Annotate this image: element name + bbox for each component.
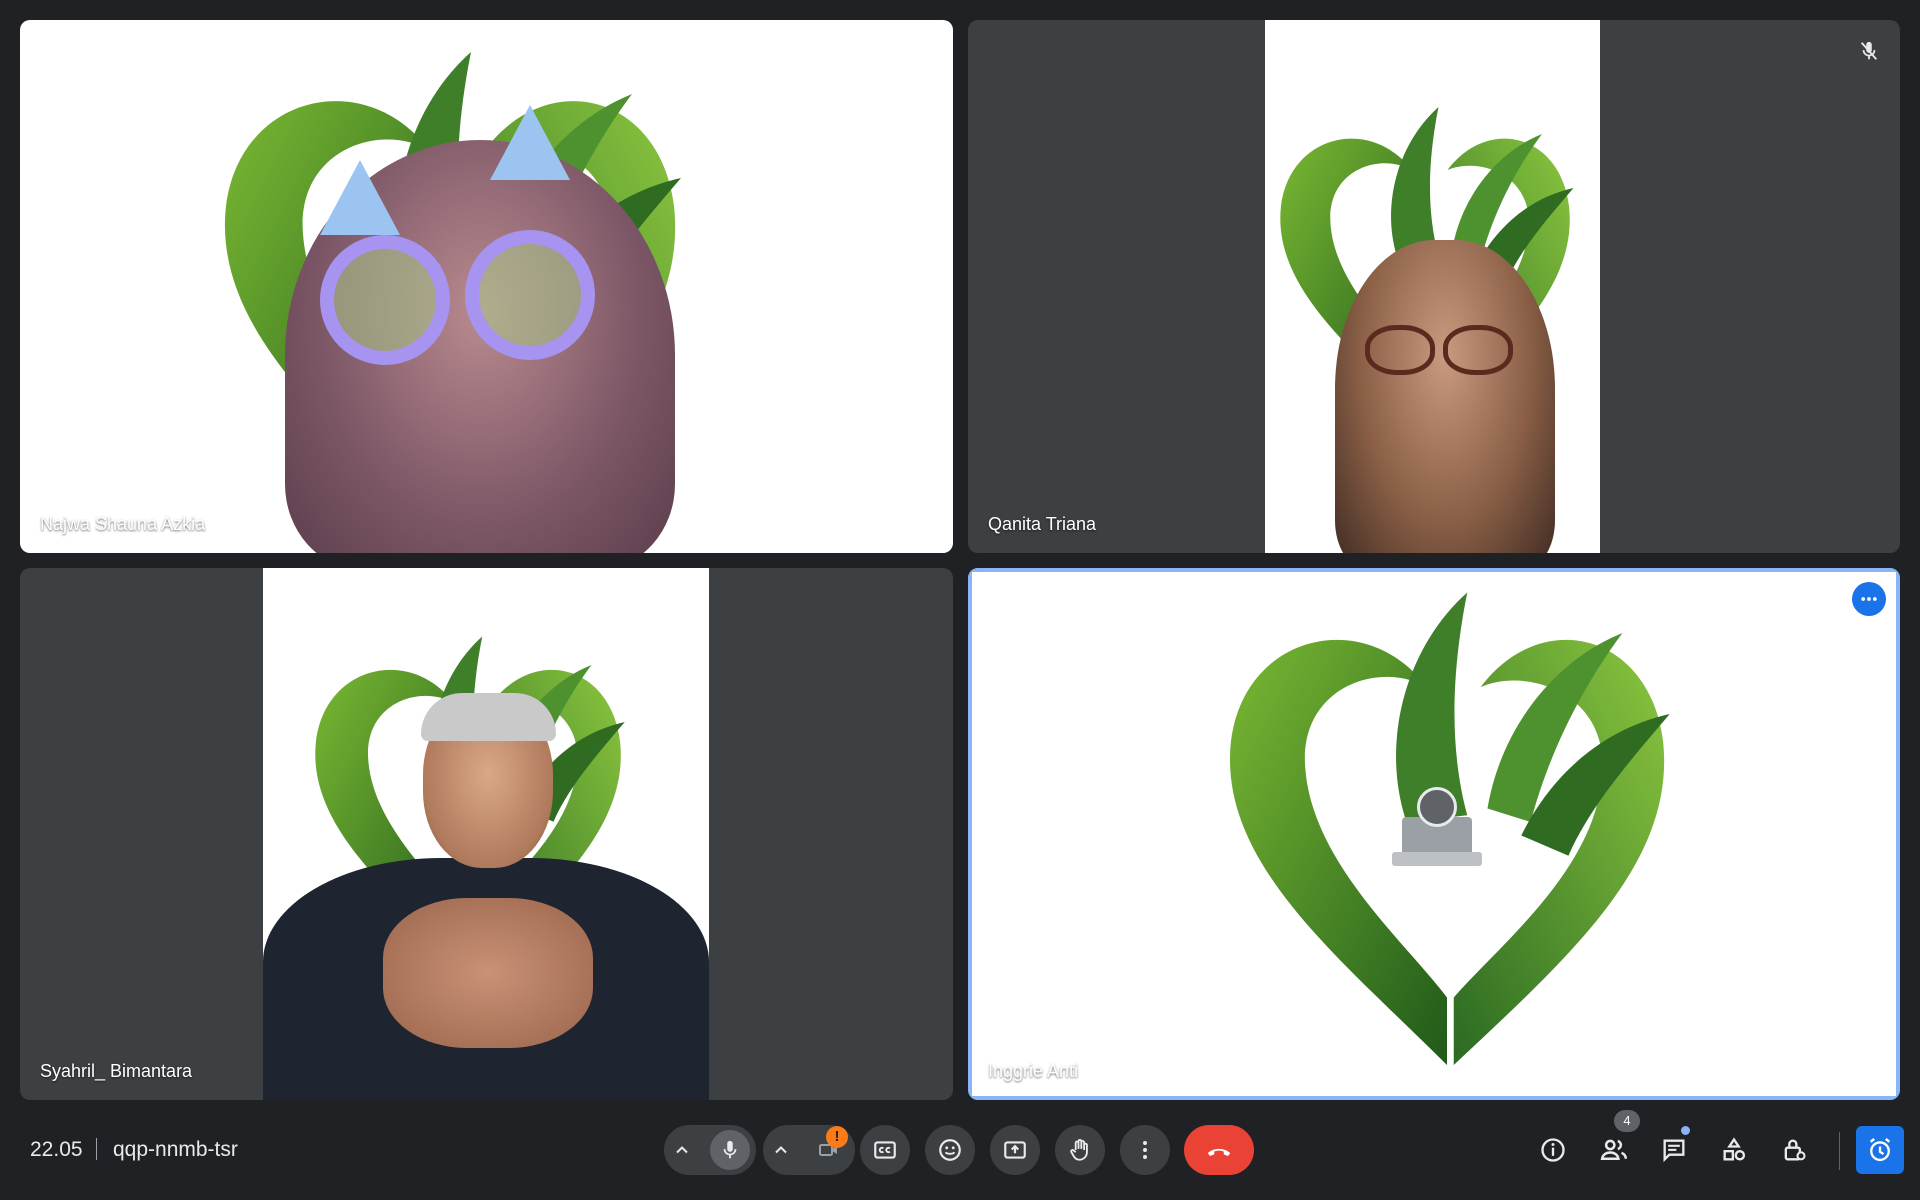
meeting-stage: Najwa Shauna Azkia Qanita Triana Syahril… <box>0 0 1920 1200</box>
more-options-button[interactable] <box>1120 1125 1170 1175</box>
participant-name: Syahril_ Bimantara <box>40 1061 193 1081</box>
timer-icon <box>1869 1138 1891 1162</box>
more-vert-icon <box>1143 1141 1147 1159</box>
emoji-button[interactable] <box>925 1125 975 1175</box>
glasses <box>1443 325 1513 375</box>
raise-hand-icon <box>1070 1139 1088 1161</box>
people-button[interactable] <box>1594 1130 1634 1170</box>
glasses-filter <box>465 230 595 360</box>
mic-off-indicator <box>1852 34 1886 68</box>
mic-off-icon <box>1860 41 1878 60</box>
captions-button[interactable] <box>860 1125 910 1175</box>
hands <box>383 898 593 1048</box>
meeting-info-button[interactable] <box>1533 1130 1573 1170</box>
participant-video <box>20 20 953 553</box>
cat-ear-filter <box>320 160 400 235</box>
toolbar-divider <box>1839 1132 1840 1170</box>
more-options-button[interactable] <box>1852 582 1886 616</box>
present-button[interactable] <box>990 1125 1040 1175</box>
activities-icon <box>1723 1137 1746 1161</box>
people-count-badge: 4 <box>1614 1110 1640 1132</box>
host-controls-icon <box>1784 1139 1806 1161</box>
person-figure <box>1335 240 1555 553</box>
mic-icon <box>723 1140 737 1159</box>
present-screen-icon <box>1004 1141 1026 1159</box>
participant-name: Qanita Triana <box>988 514 1097 534</box>
glasses <box>1365 325 1435 375</box>
activities-button[interactable] <box>1714 1130 1754 1170</box>
chat-button[interactable] <box>1654 1130 1694 1170</box>
participant-name: Inggrie Anti <box>988 1061 1079 1081</box>
chat-notification-dot <box>1681 1126 1690 1135</box>
camera-off-placeholder <box>1392 787 1482 867</box>
glasses-filter <box>320 235 450 365</box>
cap <box>421 693 556 741</box>
chevron-up-icon[interactable] <box>771 1140 791 1160</box>
info-icon <box>1541 1138 1565 1162</box>
mic-button[interactable] <box>710 1130 750 1170</box>
camera-warning-badge: ! <box>826 1126 848 1148</box>
raise-hand-button[interactable] <box>1055 1125 1105 1175</box>
emoji-icon <box>939 1139 961 1161</box>
chevron-up-icon[interactable] <box>672 1140 692 1160</box>
participant-tile-active[interactable]: Inggrie Anti <box>968 568 1900 1100</box>
host-controls-button[interactable] <box>1774 1130 1814 1170</box>
people-icon <box>1600 1139 1628 1160</box>
participant-video <box>972 572 1896 1096</box>
timer-button[interactable] <box>1856 1126 1904 1174</box>
participant-tile[interactable]: Syahril_ Bimantara <box>20 568 953 1100</box>
participant-tile[interactable]: Najwa Shauna Azkia <box>20 20 953 553</box>
participant-video <box>263 568 709 1100</box>
separator <box>96 1138 97 1160</box>
participant-name: Najwa Shauna Azkia <box>40 514 206 534</box>
end-call-icon <box>1207 1148 1231 1156</box>
bottom-bar: 22.05 qqp-nnmb-tsr ! 4 <box>0 1110 1920 1200</box>
more-options-icon <box>1861 597 1877 601</box>
cat-ear-filter <box>490 105 570 180</box>
participant-video <box>1265 20 1600 553</box>
chat-icon <box>1663 1139 1685 1163</box>
meeting-code: qqp-nnmb-tsr <box>113 1138 238 1161</box>
captions-icon <box>874 1141 896 1159</box>
meeting-time: 22.05 <box>30 1138 83 1161</box>
audio-controls <box>664 1125 756 1175</box>
end-call-button[interactable] <box>1184 1125 1254 1175</box>
participant-tile[interactable]: Qanita Triana <box>968 20 1900 553</box>
